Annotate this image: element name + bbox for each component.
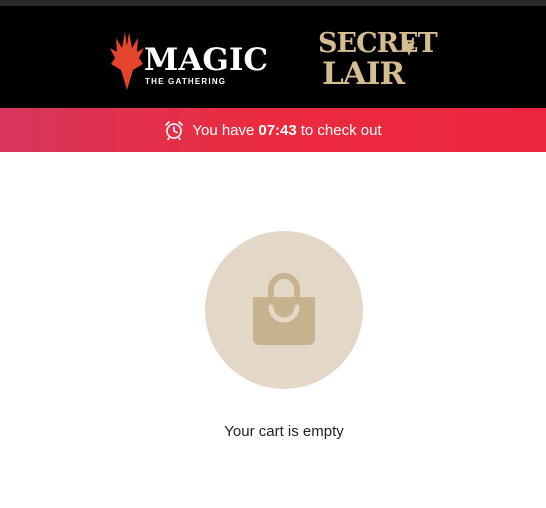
timer-prefix: You have [192, 121, 255, 139]
shopping-bag-icon [253, 273, 315, 345]
timer-countdown: 07:43 [258, 121, 297, 139]
magic-the-gathering-logo[interactable]: MAGIC THE GATHERING [108, 30, 280, 92]
magic-wordmark: MAGIC [144, 42, 269, 78]
alarm-clock-icon [165, 121, 184, 140]
planeswalker-mark-icon [403, 40, 415, 56]
secret-lair-logo[interactable]: SECRET LAIR [316, 30, 438, 92]
secret-wordmark: SECRET [318, 28, 438, 59]
site-header: MAGIC THE GATHERING SECRET LAIR [0, 6, 546, 108]
timer-suffix: to check out [300, 121, 382, 139]
empty-cart-message: Your cart is empty [224, 423, 344, 440]
empty-cart-illustration [205, 231, 363, 389]
lair-wordmark: LAIR [322, 56, 405, 92]
planeswalker-flame-icon [110, 32, 144, 90]
the-gathering-wordmark: THE GATHERING [145, 77, 227, 86]
checkout-timer-banner: You have 07:43 to check out [0, 108, 546, 152]
